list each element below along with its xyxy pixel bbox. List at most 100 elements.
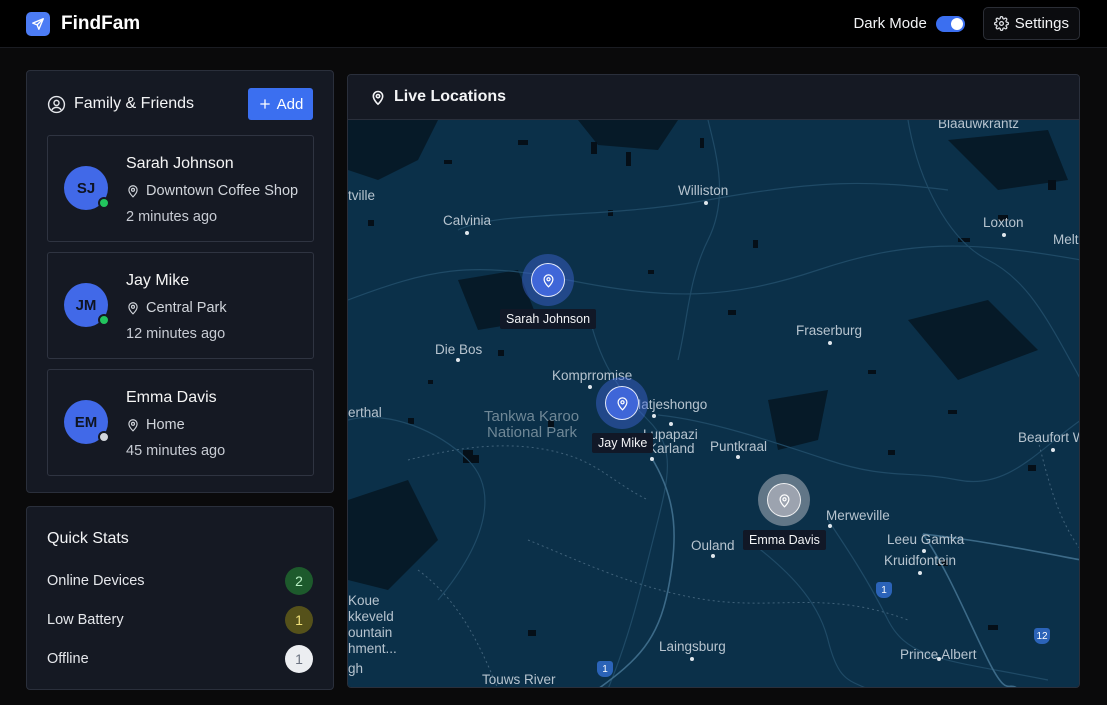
place-label: Merweville (826, 508, 890, 523)
map-pin-icon (605, 386, 639, 420)
place-label: kkeveld (348, 609, 394, 624)
park-label: Tankwa Karoo (484, 408, 580, 425)
map-pin-icon (767, 483, 801, 517)
avatar: EM (64, 400, 110, 444)
count-badge: 1 (285, 645, 313, 673)
stat-label: Low Battery (47, 612, 124, 628)
member-name: Sarah Johnson (126, 155, 234, 172)
place-dot (652, 414, 656, 418)
app-name: FindFam (61, 12, 141, 34)
place-dot (736, 455, 740, 459)
count-badge: 1 (285, 606, 313, 634)
map-pin-icon (128, 419, 138, 432)
quick-stats-panel: Quick Stats Online Devices 2 Low Battery… (26, 506, 334, 690)
place-label: Karland (648, 441, 695, 456)
settings-label: Settings (1014, 15, 1069, 32)
place-dot (828, 524, 832, 528)
place-dot (918, 571, 922, 575)
member-name: Emma Davis (126, 389, 217, 406)
map-pin-icon (372, 90, 384, 105)
place-label: Die Bos (435, 342, 483, 357)
road-shield-icon: 1 (876, 582, 892, 598)
place-dot (669, 422, 673, 426)
member-card-jay[interactable]: JM Jay Mike Central Park 12 minutes ago (47, 252, 314, 359)
member-last-seen: 2 minutes ago (126, 209, 218, 225)
member-card-emma[interactable]: EM Emma Davis Home 45 minutes ago (47, 369, 314, 476)
place-label: Leeu Gamka (887, 532, 965, 547)
map-pin-icon (128, 302, 138, 315)
family-panel-title: Family & Friends (74, 95, 195, 112)
send-icon (26, 11, 50, 36)
place-label: erthal (348, 405, 382, 420)
member-location-text: Central Park (146, 300, 227, 316)
place-label: Laingsburg (659, 639, 726, 654)
member-card-sarah[interactable]: SJ Sarah Johnson Downtown Coffee Shop 2 … (47, 135, 314, 242)
member-location: Central Park (126, 300, 227, 316)
online-status-dot (98, 314, 110, 326)
member-location: Home (126, 417, 185, 433)
place-label: ountain (348, 625, 393, 640)
map-canvas[interactable]: Blaauwkrantz tville Williston Calvinia L… (348, 120, 1079, 687)
settings-button[interactable]: Settings (982, 7, 1080, 40)
place-label: gh (348, 661, 364, 676)
place-label: Touws River (482, 672, 556, 687)
place-label: Williston (678, 183, 729, 198)
place-dot (456, 358, 460, 362)
place-dot (704, 201, 708, 205)
count-badge: 2 (285, 567, 313, 595)
user-circle-icon (47, 95, 66, 113)
gear-icon (993, 16, 1009, 31)
place-label: Puntkraal (710, 439, 768, 454)
place-label: Calvinia (443, 213, 492, 228)
member-location-text: Downtown Coffee Shop (146, 183, 299, 199)
top-bar: FindFam Dark Mode Settings (0, 0, 1107, 48)
avatar-initials: JM (75, 296, 97, 314)
dark-mode-label: Dark Mode (853, 15, 927, 32)
place-dot (1051, 448, 1055, 452)
place-label: Ouland (691, 538, 735, 553)
place-label: Loxton (983, 215, 1024, 230)
avatar-initials: EM (74, 413, 98, 431)
place-dot (650, 457, 654, 461)
add-member-button[interactable]: Add (248, 88, 313, 120)
map-pin-icon (531, 263, 565, 297)
stat-online-devices: Online Devices 2 (47, 567, 313, 595)
family-panel: Family & Friends Add SJ Sarah Johnson Do… (26, 70, 334, 493)
marker-label: Sarah Johnson (500, 309, 597, 329)
offline-status-dot (98, 431, 110, 443)
place-dot (828, 341, 832, 345)
avatar: SJ (64, 166, 110, 210)
live-locations-panel: Live Locations Blaauwkrantz tville Willi… (347, 74, 1080, 688)
avatar: JM (64, 283, 110, 327)
place-label: Melt (1053, 232, 1079, 247)
stat-low-battery: Low Battery 1 (47, 606, 313, 634)
dark-mode-control: Dark Mode (853, 15, 965, 32)
place-label: Fraserburg (796, 323, 863, 338)
marker-label: Emma Davis (743, 530, 826, 550)
stat-label: Online Devices (47, 573, 145, 589)
member-name: Jay Mike (126, 272, 190, 289)
quick-stats-title: Quick Stats (47, 530, 129, 547)
dark-mode-toggle[interactable] (935, 15, 965, 32)
place-dot (690, 657, 694, 661)
brand[interactable]: FindFam (26, 11, 141, 36)
place-label: Kruidfontein (884, 553, 957, 568)
avatar-initials: SJ (76, 179, 96, 197)
marker-label: Jay Mike (592, 433, 654, 453)
member-location: Downtown Coffee Shop (126, 183, 298, 199)
place-label: Koue (348, 593, 380, 608)
road-shield-icon: 1 (597, 661, 613, 677)
park-label: National Park (487, 424, 578, 441)
family-panel-header: Family & Friends (47, 95, 194, 114)
map-terrain (348, 120, 1079, 687)
place-dot (465, 231, 469, 235)
add-label: Add (276, 95, 304, 113)
place-label: Beaufort We (1018, 430, 1079, 445)
map-header: Live Locations (348, 75, 1079, 120)
online-status-dot (98, 197, 110, 209)
place-dot (1002, 233, 1006, 237)
stat-offline: Offline 1 (47, 645, 313, 673)
member-last-seen: 45 minutes ago (126, 443, 226, 459)
plus-icon (259, 99, 270, 109)
stat-label: Offline (47, 651, 89, 667)
